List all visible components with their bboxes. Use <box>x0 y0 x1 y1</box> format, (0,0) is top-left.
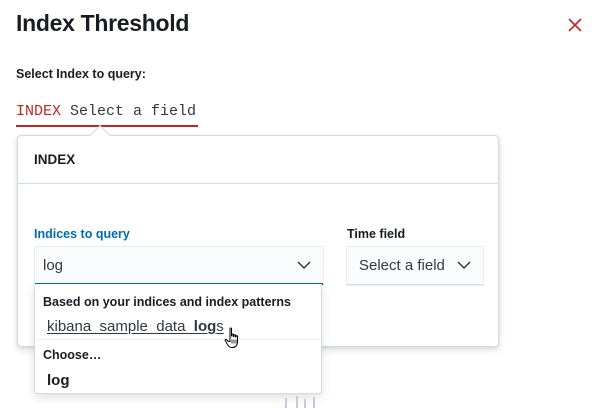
time-field-value: Select a field <box>359 257 445 274</box>
hand-pointer-icon <box>224 327 238 348</box>
popover-title: INDEX <box>34 152 76 167</box>
index-expression[interactable]: INDEX Select a field <box>16 101 199 127</box>
indices-input[interactable]: log <box>43 257 63 274</box>
suggestion-option-kibana-logs[interactable]: kibana_sample_data_logs <box>47 318 224 335</box>
section-label: Select Index to query: <box>16 67 146 81</box>
time-field-label: Time field <box>347 227 406 241</box>
flyout-title: Index Threshold <box>16 10 190 36</box>
close-button[interactable] <box>564 14 586 36</box>
popover-divider <box>18 183 498 184</box>
indices-label: Indices to query <box>34 227 130 241</box>
suggestion-option-log[interactable]: log <box>47 372 70 389</box>
option-match: log <box>193 318 217 335</box>
alert-flyout: Index Threshold Select Index to query: I… <box>0 0 592 408</box>
expression-value: Select a field <box>70 103 197 120</box>
time-field-select[interactable]: Select a field <box>347 247 483 285</box>
option-prefix: kibana_sample_data_ <box>47 318 194 335</box>
suggestion-group-title: Based on your indices and index patterns <box>43 295 291 309</box>
expression-keyword: INDEX <box>16 103 62 120</box>
chevron-down-icon[interactable] <box>297 260 311 270</box>
close-icon <box>568 18 582 32</box>
suggestion-divider <box>35 339 321 340</box>
chevron-down-icon <box>457 261 471 270</box>
indices-combobox[interactable]: log <box>35 247 323 285</box>
indices-suggestions: Based on your indices and index patterns… <box>34 284 322 394</box>
choose-group-title: Choose… <box>43 348 102 362</box>
chart-placeholder-icon <box>285 396 315 408</box>
option-suffix: s <box>216 318 224 335</box>
